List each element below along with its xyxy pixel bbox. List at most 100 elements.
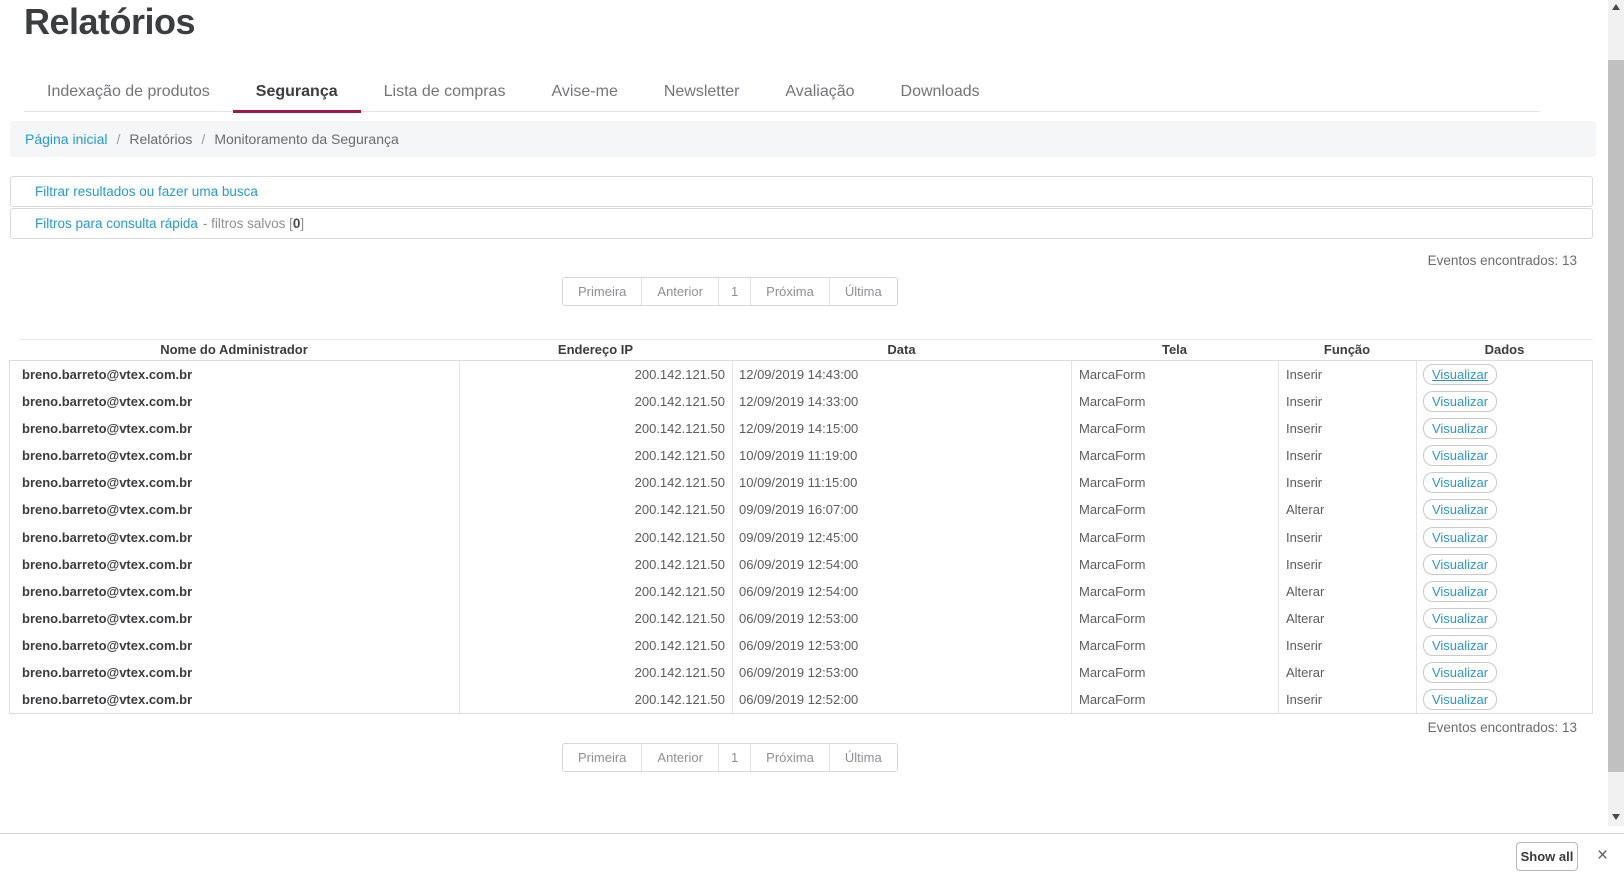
breadcrumb-separator: /: [201, 131, 205, 147]
visualizar-button[interactable]: Visualizar: [1423, 527, 1497, 548]
tab-avaliacao[interactable]: Avaliação: [762, 74, 877, 113]
close-icon[interactable]: ×: [1597, 845, 1608, 867]
cell-function: Alterar: [1278, 605, 1416, 632]
cell-admin-email: breno.barreto@vtex.com.br: [10, 469, 459, 496]
cell-ip-address: 200.142.121.50: [459, 496, 732, 523]
visualizar-button[interactable]: Visualizar: [1423, 364, 1497, 385]
cell-date: 12/09/2019 14:15:00: [732, 415, 1071, 442]
cell-function: Inserir: [1278, 632, 1416, 659]
column-header-date: Data: [732, 342, 1071, 358]
quick-filters-link[interactable]: Filtros para consulta rápida: [35, 216, 198, 231]
scrollbar-up-arrow-icon[interactable]: [1612, 4, 1620, 10]
column-header-screen: Tela: [1071, 342, 1278, 358]
tab-newsletter[interactable]: Newsletter: [641, 74, 763, 113]
pagination-bottom: Primeira Anterior 1 Próxima Última: [562, 743, 898, 772]
cell-function: Inserir: [1278, 523, 1416, 550]
table-row: breno.barreto@vtex.com.br 200.142.121.50…: [10, 578, 1592, 605]
tab-bar: Indexação de produtos Segurança Lista de…: [24, 74, 1540, 112]
cell-action: Visualizar: [1416, 388, 1592, 415]
cell-date: 09/09/2019 16:07:00: [732, 496, 1071, 523]
filter-search-link[interactable]: Filtrar resultados ou fazer uma busca: [35, 184, 258, 199]
cell-screen: MarcaForm: [1071, 388, 1278, 415]
cell-date: 06/09/2019 12:54:00: [732, 578, 1071, 605]
visualizar-button[interactable]: Visualizar: [1423, 445, 1497, 466]
column-header-data: Dados: [1416, 342, 1593, 358]
visualizar-button[interactable]: Visualizar: [1423, 635, 1497, 656]
breadcrumb-link-home[interactable]: Página inicial: [25, 131, 108, 147]
pagination-page-button[interactable]: 1: [718, 744, 750, 771]
tab-lista-de-compras[interactable]: Lista de compras: [361, 74, 529, 113]
tab-indexacao-de-produtos[interactable]: Indexação de produtos: [24, 74, 233, 113]
cell-function: Alterar: [1278, 659, 1416, 686]
cell-ip-address: 200.142.121.50: [459, 551, 732, 578]
saved-filters-label: - filtros salvos [0]: [203, 216, 304, 231]
pagination-next-button[interactable]: Próxima: [750, 744, 829, 771]
pagination-previous-button[interactable]: Anterior: [641, 744, 718, 771]
cell-admin-email: breno.barreto@vtex.com.br: [10, 605, 459, 632]
visualizar-button[interactable]: Visualizar: [1423, 499, 1497, 520]
page-title: Relatórios: [24, 1, 195, 43]
events-found-count-bottom: Eventos encontrados: 13: [1177, 720, 1577, 735]
pagination-last-button[interactable]: Última: [829, 744, 897, 771]
visualizar-button[interactable]: Visualizar: [1423, 608, 1497, 629]
cell-date: 06/09/2019 12:54:00: [732, 551, 1071, 578]
visualizar-button[interactable]: Visualizar: [1423, 554, 1497, 575]
visualizar-button[interactable]: Visualizar: [1423, 472, 1497, 493]
cell-ip-address: 200.142.121.50: [459, 469, 732, 496]
pagination-first-button[interactable]: Primeira: [563, 744, 641, 771]
cell-function: Inserir: [1278, 388, 1416, 415]
show-all-button[interactable]: Show all: [1516, 842, 1578, 871]
tab-seguranca[interactable]: Segurança: [233, 74, 361, 113]
tab-avise-me[interactable]: Avise-me: [528, 74, 640, 113]
table-row: breno.barreto@vtex.com.br 200.142.121.50…: [10, 469, 1592, 496]
pagination-first-button[interactable]: Primeira: [563, 278, 641, 305]
visualizar-button[interactable]: Visualizar: [1423, 391, 1497, 412]
vertical-scrollbar[interactable]: [1608, 0, 1624, 826]
pagination-next-button[interactable]: Próxima: [750, 278, 829, 305]
visualizar-button[interactable]: Visualizar: [1423, 689, 1497, 710]
cell-date: 10/09/2019 11:19:00: [732, 442, 1071, 469]
cell-admin-email: breno.barreto@vtex.com.br: [10, 496, 459, 523]
scrollbar-down-arrow-icon[interactable]: [1612, 814, 1620, 820]
visualizar-button[interactable]: Visualizar: [1423, 581, 1497, 602]
pagination-previous-button[interactable]: Anterior: [641, 278, 718, 305]
cell-admin-email: breno.barreto@vtex.com.br: [10, 388, 459, 415]
security-monitoring-page: Relatórios Indexação de produtos Seguran…: [0, 0, 1624, 881]
cell-function: Inserir: [1278, 415, 1416, 442]
cell-screen: MarcaForm: [1071, 442, 1278, 469]
breadcrumb-item-monitoramento: Monitoramento da Segurança: [214, 131, 398, 147]
table-row: breno.barreto@vtex.com.br 200.142.121.50…: [10, 686, 1592, 713]
cell-date: 06/09/2019 12:53:00: [732, 632, 1071, 659]
cell-date: 06/09/2019 12:52:00: [732, 686, 1071, 713]
column-header-ip: Endereço IP: [459, 342, 732, 358]
pagination-last-button[interactable]: Última: [829, 278, 897, 305]
pagination-page-button[interactable]: 1: [718, 278, 750, 305]
cell-action: Visualizar: [1416, 551, 1592, 578]
cell-ip-address: 200.142.121.50: [459, 442, 732, 469]
cell-screen: MarcaForm: [1071, 686, 1278, 713]
cell-action: Visualizar: [1416, 415, 1592, 442]
table-row: breno.barreto@vtex.com.br 200.142.121.50…: [10, 361, 1592, 388]
cell-ip-address: 200.142.121.50: [459, 388, 732, 415]
filter-search-bar[interactable]: Filtrar resultados ou fazer uma busca: [10, 176, 1593, 207]
downloads-notification-bar: Show all ×: [0, 833, 1624, 881]
cell-action: Visualizar: [1416, 442, 1592, 469]
cell-ip-address: 200.142.121.50: [459, 659, 732, 686]
table-row: breno.barreto@vtex.com.br 200.142.121.50…: [10, 496, 1592, 523]
cell-screen: MarcaForm: [1071, 496, 1278, 523]
quick-filters-bar[interactable]: Filtros para consulta rápida - filtros s…: [10, 208, 1593, 239]
cell-admin-email: breno.barreto@vtex.com.br: [10, 659, 459, 686]
table-row: breno.barreto@vtex.com.br 200.142.121.50…: [10, 442, 1592, 469]
visualizar-button[interactable]: Visualizar: [1423, 418, 1497, 439]
visualizar-button[interactable]: Visualizar: [1423, 662, 1497, 683]
cell-ip-address: 200.142.121.50: [459, 523, 732, 550]
cell-ip-address: 200.142.121.50: [459, 578, 732, 605]
tab-downloads[interactable]: Downloads: [878, 74, 1003, 113]
scrollbar-thumb[interactable]: [1608, 60, 1624, 772]
cell-screen: MarcaForm: [1071, 632, 1278, 659]
cell-ip-address: 200.142.121.50: [459, 415, 732, 442]
cell-date: 12/09/2019 14:33:00: [732, 388, 1071, 415]
cell-date: 06/09/2019 12:53:00: [732, 659, 1071, 686]
column-header-admin: Nome do Administrador: [9, 342, 459, 358]
cell-admin-email: breno.barreto@vtex.com.br: [10, 686, 459, 713]
